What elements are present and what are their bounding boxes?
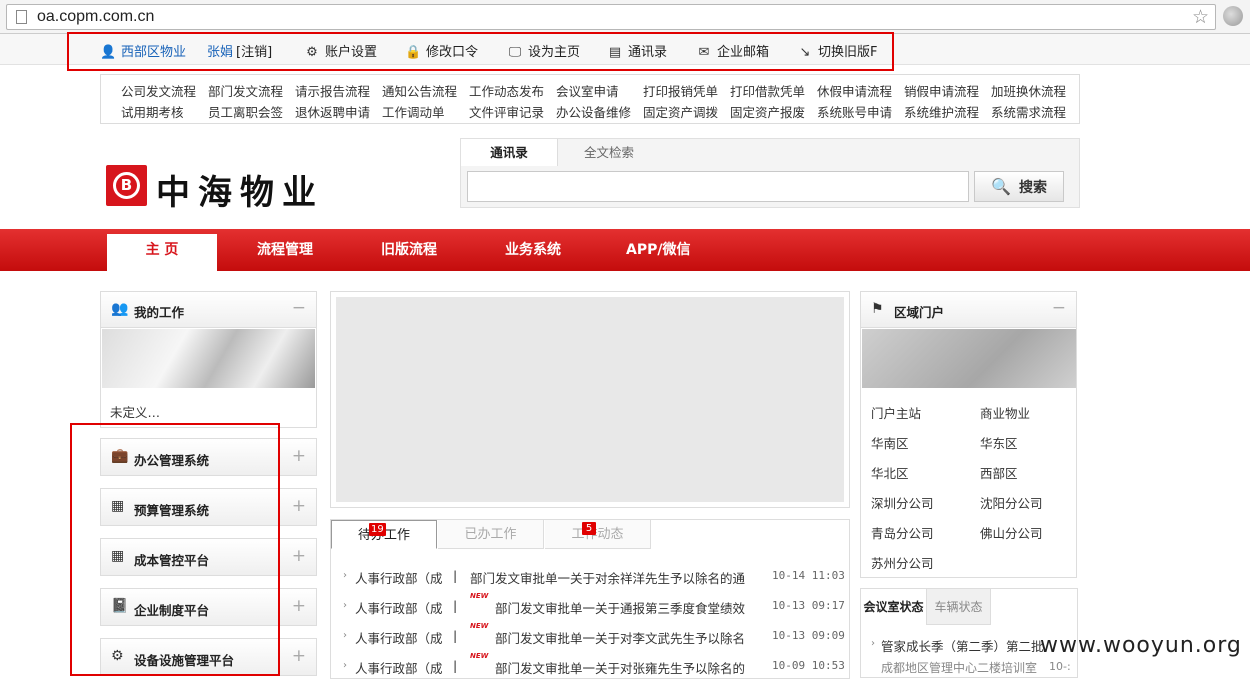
my-work-panel: 👥 我的工作 − 未定义… <box>100 291 317 428</box>
my-work-caption: 未定义… <box>110 405 161 420</box>
my-work-header: 👥 我的工作 − <box>101 292 316 328</box>
tab-meeting-room[interactable]: 会议室状态 <box>861 589 927 625</box>
tab-news[interactable]: 工作动态 5 <box>545 520 651 549</box>
search-input[interactable] <box>467 171 969 202</box>
work-item[interactable]: › 人事行政部（成 | NEW 部门发文审批单一关于对张雍先生予以除名的 10-… <box>343 652 845 678</box>
expand-button[interactable]: + <box>292 596 306 616</box>
collapse-button[interactable]: − <box>1052 298 1066 318</box>
region-link[interactable]: 苏州分公司 <box>871 553 934 572</box>
collapse-button[interactable]: − <box>292 298 306 318</box>
page-icon <box>16 10 27 24</box>
todo-count-badge: 19 <box>369 523 386 536</box>
region-link[interactable]: 深圳分公司 <box>871 493 934 512</box>
work-item[interactable]: › 人事行政部（成 | NEW 部门发文审批单一关于通报第三季度食堂绩效 10-… <box>343 592 845 618</box>
tab-contacts[interactable]: 通讯录 <box>461 139 558 166</box>
highlight-frame-systems <box>70 423 280 676</box>
arrow-icon: › <box>343 630 347 641</box>
work-item[interactable]: › 人事行政部（成 | NEW 部门发文审批单一关于对李文武先生予以除名 10-… <box>343 622 845 648</box>
news-count-badge: 5 <box>582 522 596 535</box>
region-link[interactable]: 沈阳分公司 <box>980 493 1043 512</box>
banner-placeholder <box>336 297 844 502</box>
logo-text: 中海物业 <box>156 173 324 213</box>
arrow-icon: › <box>871 638 875 649</box>
new-badge: NEW <box>470 622 489 630</box>
quick-link[interactable]: 系统需求流程 <box>991 102 1066 121</box>
quick-link[interactable]: 公司发文流程 <box>121 81 196 100</box>
quick-link[interactable]: 文件评审记录 <box>469 102 544 121</box>
meeting-item[interactable]: 管家成长季（第二季）第二批 <box>881 636 1044 655</box>
quick-link[interactable]: 工作调动单 <box>382 102 445 121</box>
quick-link[interactable]: 打印报销凭单 <box>643 81 718 100</box>
search-button[interactable]: 🔍 搜索 <box>974 171 1064 202</box>
quick-links: 公司发文流程 部门发文流程 请示报告流程 通知公告流程 工作动态发布 会议室申请… <box>100 74 1080 124</box>
region-link[interactable]: 华南区 <box>871 433 909 452</box>
banner-slot <box>330 291 850 508</box>
quick-link[interactable]: 通知公告流程 <box>382 81 457 100</box>
arrow-icon: › <box>343 570 347 581</box>
address-bar[interactable]: oa.copm.com.cn ☆ <box>6 4 1216 30</box>
nav-business-systems[interactable]: 业务系统 <box>505 229 561 271</box>
new-badge: NEW <box>470 592 489 600</box>
quick-link[interactable]: 请示报告流程 <box>295 81 370 100</box>
work-item[interactable]: › 人事行政部（成 | 部门发文审批单一关于对余祥洋先生予以除名的通 10-14… <box>343 568 845 588</box>
tab-vehicle[interactable]: 车辆状态 <box>927 589 991 625</box>
quick-link[interactable]: 系统账号申请 <box>817 102 892 121</box>
nav-process[interactable]: 流程管理 <box>257 229 313 271</box>
region-link[interactable]: 华东区 <box>980 433 1018 452</box>
expand-button[interactable]: + <box>292 496 306 516</box>
quick-link[interactable]: 固定资产调拨 <box>643 102 718 121</box>
region-link[interactable]: 商业物业 <box>980 403 1030 422</box>
main-nav: 主 页 流程管理 旧版流程 业务系统 APP/微信 <box>0 229 1250 271</box>
expand-button[interactable]: + <box>292 446 306 466</box>
globe-icon[interactable] <box>1223 6 1243 26</box>
region-link[interactable]: 门户主站 <box>871 403 921 422</box>
nav-old-process[interactable]: 旧版流程 <box>381 229 437 271</box>
quick-link[interactable]: 休假申请流程 <box>817 81 892 100</box>
browser-toolbar: oa.copm.com.cn ☆ <box>0 0 1250 34</box>
region-link[interactable]: 佛山分公司 <box>980 523 1043 542</box>
tab-done[interactable]: 已办工作 <box>438 520 544 549</box>
quick-link[interactable]: 工作动态发布 <box>469 81 544 100</box>
meeting-location: 成都地区管理中心二楼培训室 <box>881 661 1038 675</box>
search-icon: 🔍 <box>991 177 1011 196</box>
nav-app-wechat[interactable]: APP/微信 <box>626 229 690 271</box>
quick-link[interactable]: 部门发文流程 <box>208 81 283 100</box>
quick-link[interactable]: 加班换休流程 <box>991 81 1066 100</box>
work-panel: 待办工作19 已办工作 工作动态5 › 人事行政部（成 | 部门发文审批单一关于… <box>330 519 850 679</box>
logo-mark: B <box>106 165 147 206</box>
quick-link[interactable]: 试用期考核 <box>121 102 184 121</box>
expand-button[interactable]: + <box>292 646 306 666</box>
search-panel: 通讯录 全文检索 🔍 搜索 <box>460 138 1080 208</box>
flag-icon: ⚑ <box>871 301 884 317</box>
highlight-frame-userbar <box>67 32 894 71</box>
arrow-icon: › <box>343 660 347 671</box>
tab-todo[interactable]: 待办工作19 <box>331 520 437 549</box>
region-portal-panel: ⚑ 区域门户 − 门户主站 商业物业 华南区 华东区 华北区 西部区 深圳分公司… <box>860 291 1077 578</box>
expand-button[interactable]: + <box>292 546 306 566</box>
new-badge: NEW <box>470 652 489 660</box>
quick-link[interactable]: 退休返聘申请 <box>295 102 370 121</box>
arrow-icon: › <box>343 600 347 611</box>
region-link[interactable]: 青岛分公司 <box>871 523 934 542</box>
quick-link[interactable]: 固定资产报废 <box>730 102 805 121</box>
quick-link[interactable]: 销假申请流程 <box>904 81 979 100</box>
region-link[interactable]: 华北区 <box>871 463 909 482</box>
quick-link[interactable]: 打印借款凭单 <box>730 81 805 100</box>
quick-link[interactable]: 员工离职会签 <box>208 102 283 121</box>
quick-link[interactable]: 办公设备维修 <box>556 102 631 121</box>
region-link[interactable]: 西部区 <box>980 463 1018 482</box>
nav-home[interactable]: 主 页 <box>107 234 217 271</box>
address-text[interactable]: oa.copm.com.cn <box>37 8 154 26</box>
bookmark-star-icon[interactable]: ☆ <box>1192 6 1209 28</box>
map-image <box>862 329 1076 388</box>
region-portal-header: ⚑ 区域门户 − <box>861 292 1076 328</box>
tab-fulltext-search[interactable]: 全文检索 <box>559 139 659 166</box>
meeting-time: 10-: <box>1049 660 1071 673</box>
watermark-text: www.wooyun.org <box>1040 633 1242 658</box>
my-work-image <box>102 329 315 388</box>
users-icon: 👥 <box>111 301 129 317</box>
quick-link[interactable]: 会议室申请 <box>556 81 619 100</box>
quick-link[interactable]: 系统维护流程 <box>904 102 979 121</box>
